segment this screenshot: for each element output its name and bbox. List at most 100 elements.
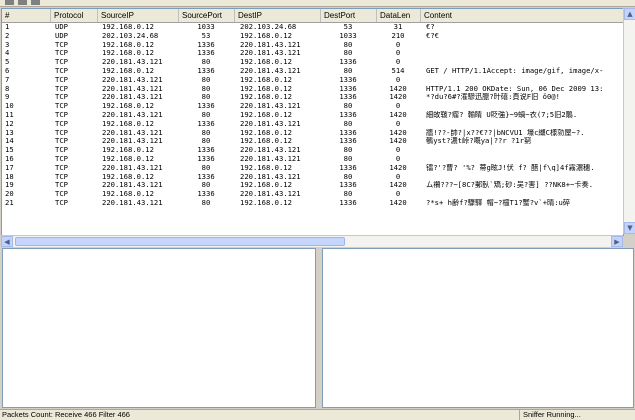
cell-number: 10 — [5, 102, 14, 111]
packet-row[interactable]: 17 TCP 220.181.43.121 80 192.168.0.12 1336 142… — [2, 164, 623, 173]
packet-row[interactable]: 14 TCP 220.181.43.121 80 192.168.0.12 1336 142… — [2, 137, 623, 146]
packet-row[interactable]: 9 TCP 220.181.43.121 80 192.168.0.12 1336 1420… — [2, 93, 623, 102]
cell-protocol: TCP — [55, 110, 68, 119]
packet-row[interactable]: 4 TCP 192.168.0.12 1336 220.181.43.121 80 0 — [2, 49, 623, 58]
cell-number: 11 — [5, 110, 14, 119]
status-bar: Packets Count: Receive 466 Filter 466 Sn… — [0, 409, 635, 420]
cell-number: 20 — [5, 190, 14, 199]
cell-dest-ip: 192.168.0.12 — [240, 84, 292, 93]
packet-row[interactable]: 18 TCP 192.168.0.12 1336 220.181.43.121 80 0 — [2, 173, 623, 182]
cell-number: 3 — [5, 40, 10, 49]
scroll-down-icon[interactable]: ▼ — [624, 222, 635, 234]
packet-row[interactable]: 13 TCP 220.181.43.121 80 192.168.0.12 1336 142… — [2, 129, 623, 138]
scroll-right-icon[interactable]: ▶ — [611, 236, 623, 247]
packet-detail-pane[interactable] — [2, 248, 316, 408]
cell-source-ip: 220.181.43.121 — [102, 163, 163, 172]
packet-row[interactable]: 5 TCP 220.181.43.121 80 192.168.0.12 1336 0 — [2, 58, 623, 67]
packet-row[interactable]: 20 TCP 192.168.0.12 1336 220.181.43.121 80 0 — [2, 190, 623, 199]
cell-data-len: 0 — [395, 172, 401, 181]
cell-source-port: 80 — [201, 128, 211, 137]
toolbar-button[interactable] — [18, 0, 27, 5]
column-header-source-port[interactable]: SourcePort — [179, 9, 235, 22]
cell-protocol: TCP — [55, 119, 68, 128]
cell-data-len: 1420 — [389, 110, 407, 119]
cell-protocol: TCP — [55, 128, 68, 137]
cell-dest-ip: 192.168.0.12 — [240, 198, 292, 207]
toolbar-button[interactable] — [31, 0, 40, 5]
cell-dest-port: 53 — [343, 23, 353, 31]
cell-number: 2 — [5, 31, 10, 40]
horizontal-scroll-thumb[interactable] — [15, 237, 345, 246]
cell-number: 9 — [5, 93, 10, 102]
cell-content: 鵪yst?濃t峠?嘅ya|??r ?1r窮 — [426, 137, 532, 146]
cell-data-len: 31 — [393, 23, 403, 31]
packet-row[interactable]: 16 TCP 192.168.0.12 1336 220.181.43.121 80 0 — [2, 155, 623, 164]
column-header-dest-ip[interactable]: DestIP — [235, 9, 321, 22]
packet-row[interactable]: 3 TCP 192.168.0.12 1336 220.181.43.121 80 0 — [2, 41, 623, 50]
column-header-source-ip[interactable]: SourceIP — [98, 9, 179, 22]
cell-source-ip: 192.168.0.12 — [102, 49, 154, 58]
cell-content: 細敀皲?瘤? 輸睛 U貶強}~9蝸~衣(7;5旧2鵰. — [426, 110, 578, 119]
packet-row[interactable]: 8 TCP 220.181.43.121 80 192.168.0.12 1336 1420… — [2, 85, 623, 94]
scroll-up-icon[interactable]: ▲ — [624, 8, 635, 20]
cell-source-ip: 220.181.43.121 — [102, 58, 163, 67]
packet-row[interactable]: 19 TCP 220.181.43.121 80 192.168.0.12 1336 142… — [2, 181, 623, 190]
cell-dest-port: 80 — [343, 49, 353, 58]
packet-list-vertical-scrollbar[interactable]: ▲ ▼ — [623, 8, 635, 234]
cell-protocol: TCP — [55, 181, 68, 190]
cell-number: 21 — [5, 198, 14, 207]
cell-source-port: 80 — [201, 163, 211, 172]
cell-dest-port: 80 — [343, 146, 353, 155]
scroll-left-icon[interactable]: ◀ — [1, 236, 13, 247]
cell-data-len: 1420 — [389, 128, 407, 137]
cell-source-port: 1336 — [197, 154, 215, 163]
cell-source-ip: 220.181.43.121 — [102, 198, 163, 207]
packet-row[interactable]: 1 UDP 192.168.0.12 1033 202.103.24.68 53 31 €? — [2, 23, 623, 32]
cell-dest-port: 80 — [343, 154, 353, 163]
cell-dest-ip: 192.168.0.12 — [240, 75, 292, 84]
cell-protocol: TCP — [55, 163, 68, 172]
cell-data-len: 1420 — [389, 163, 407, 172]
cell-dest-port: 80 — [343, 102, 353, 111]
packet-row[interactable]: 21 TCP 220.181.43.121 80 192.168.0.12 1336 142… — [2, 199, 623, 208]
cell-number: 19 — [5, 181, 14, 190]
cell-number: 6 — [5, 66, 10, 75]
cell-dest-ip: 192.168.0.12 — [240, 128, 292, 137]
cell-source-port: 1336 — [197, 49, 215, 58]
cell-dest-port: 80 — [343, 40, 353, 49]
column-header-content[interactable]: Content — [421, 9, 623, 22]
packet-rows: 1 UDP 192.168.0.12 1033 202.103.24.68 53 31 €? 2… — [2, 23, 623, 208]
cell-source-port: 80 — [201, 198, 211, 207]
cell-source-ip: 220.181.43.121 — [102, 128, 163, 137]
cell-source-port: 80 — [201, 93, 211, 102]
column-header-number[interactable]: # — [2, 9, 51, 22]
pane-splitter[interactable] — [317, 248, 321, 408]
cell-dest-ip: 220.181.43.121 — [240, 119, 301, 128]
cell-source-port: 53 — [201, 31, 211, 40]
packet-row[interactable]: 2 UDP 202.103.24.68 53 192.168.0.12 1033 210 €?… — [2, 32, 623, 41]
packet-row[interactable]: 15 TCP 192.168.0.12 1336 220.181.43.121 80 0 — [2, 146, 623, 155]
cell-protocol: TCP — [55, 93, 68, 102]
cell-protocol: TCP — [55, 58, 68, 67]
cell-dest-port: 80 — [343, 66, 353, 75]
cell-source-ip: 192.168.0.12 — [102, 40, 154, 49]
packet-row[interactable]: 12 TCP 192.168.0.12 1336 220.181.43.121 80 0 — [2, 120, 623, 129]
cell-data-len: 0 — [395, 119, 401, 128]
column-header-dest-port[interactable]: DestPort — [321, 9, 377, 22]
cell-data-len: 1420 — [389, 137, 407, 146]
packet-row[interactable]: 7 TCP 220.181.43.121 80 192.168.0.12 1336 0 — [2, 76, 623, 85]
packet-hex-pane[interactable] — [322, 248, 634, 408]
packet-row[interactable]: 11 TCP 220.181.43.121 80 192.168.0.12 1336 142… — [2, 111, 623, 120]
cell-dest-ip: 192.168.0.12 — [240, 58, 292, 67]
cell-source-ip: 192.168.0.12 — [102, 190, 154, 199]
column-header-protocol[interactable]: Protocol — [51, 9, 98, 22]
toolbar-button[interactable] — [5, 0, 14, 5]
packet-row[interactable]: 6 TCP 192.168.0.12 1336 220.181.43.121 80 514 G… — [2, 67, 623, 76]
packet-list[interactable]: # Protocol SourceIP SourcePort DestIP De… — [1, 8, 624, 236]
cell-dest-ip: 220.181.43.121 — [240, 172, 301, 181]
column-header-data-len[interactable]: DataLen — [377, 9, 421, 22]
packet-list-horizontal-scrollbar[interactable]: ◀ ▶ — [1, 235, 623, 247]
packet-row[interactable]: 10 TCP 192.168.0.12 1336 220.181.43.121 80 0 — [2, 102, 623, 111]
cell-dest-port: 1336 — [339, 163, 357, 172]
cell-content: *?du?6#?潅驂迅脤?旪礂:頁说F旧 ǒ0@! — [426, 93, 560, 102]
